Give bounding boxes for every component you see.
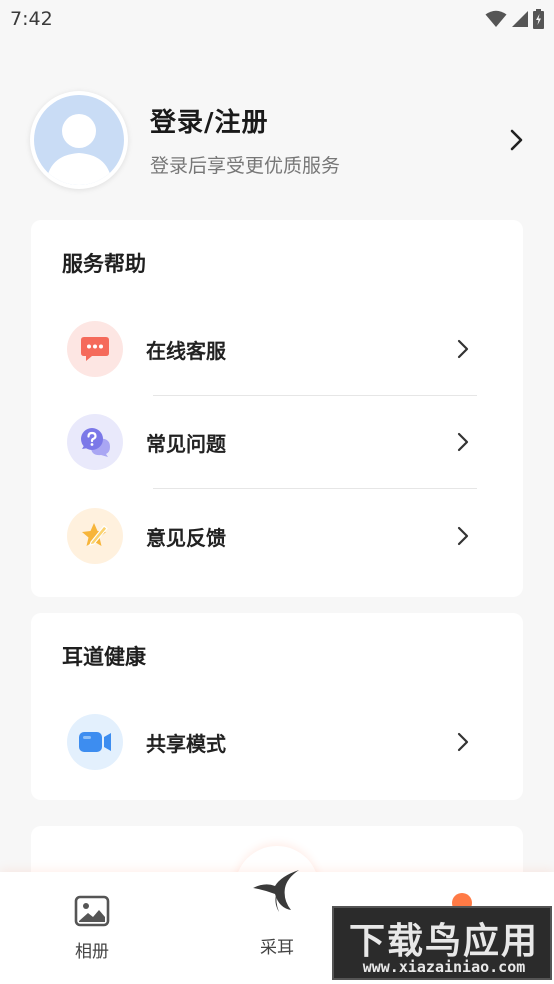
image-icon [74,895,110,927]
chevron-right-icon [457,526,469,546]
status-time: 7:42 [10,8,53,30]
login-subtitle: 登录后享受更优质服务 [150,155,341,177]
watermark-text: 下载鸟应用 [348,921,539,962]
question-bubble-icon [67,414,123,470]
section-title: 耳道健康 [62,645,146,669]
service-help-card: 服务帮助 在线客服 常见问题 意见反馈 [31,220,523,597]
watermark-url: www.xiazainiao.com [362,958,526,976]
chevron-right-icon[interactable] [504,128,528,152]
menu-item-label: 在线客服 [146,338,226,363]
menu-item-label: 意见反馈 [146,525,226,550]
divider [153,395,477,396]
ear-health-card: 耳道健康 共享模式 [31,613,523,800]
chat-bubble-icon [67,321,123,377]
cellular-signal-icon [512,11,528,27]
bird-logo-icon [253,870,299,912]
tab-label: 相册 [75,942,109,962]
video-camera-icon [67,714,123,770]
battery-icon [533,9,544,29]
status-icons [485,9,544,29]
tab-album[interactable]: 相册 [32,872,152,984]
chevron-right-icon [457,339,469,359]
profile-text: 登录/注册 登录后享受更优质服务 [150,102,504,178]
watermark: 下载鸟应用 www.xiazainiao.com [332,906,552,980]
menu-item-feedback[interactable]: 意见反馈 [31,496,523,576]
avatar[interactable] [30,91,128,189]
star-pen-icon [67,508,123,564]
login-register-title[interactable]: 登录/注册 [150,102,504,139]
default-avatar-icon [34,95,124,185]
divider [153,488,477,489]
chevron-right-icon [457,732,469,752]
menu-item-label: 常见问题 [146,431,226,456]
section-title: 服务帮助 [62,252,146,276]
chevron-right-icon [457,432,469,452]
tab-label: 采耳 [260,938,294,958]
menu-item-faq[interactable]: 常见问题 [31,402,523,482]
profile-login-row[interactable]: 登录/注册 登录后享受更优质服务 [30,90,530,190]
menu-item-share-mode[interactable]: 共享模式 [31,702,523,782]
wifi-icon [485,10,507,27]
tab-ear-cleaning[interactable]: 采耳 [217,870,337,984]
menu-item-label: 共享模式 [146,731,226,756]
status-bar: 7:42 [0,0,554,38]
menu-item-online-service[interactable]: 在线客服 [31,309,523,389]
